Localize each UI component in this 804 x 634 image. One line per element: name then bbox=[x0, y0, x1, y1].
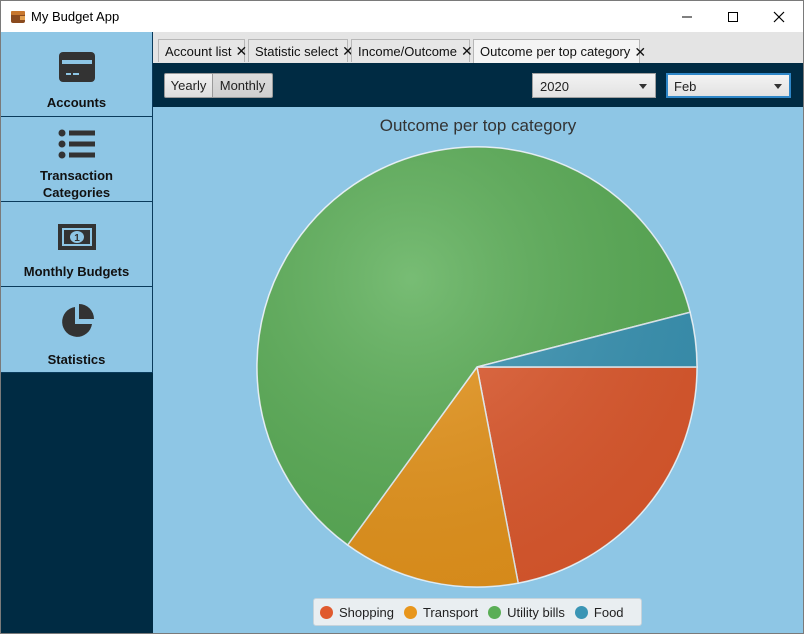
legend-item: Food bbox=[574, 604, 624, 620]
svg-text:1: 1 bbox=[74, 233, 80, 244]
banknote-icon: 1 bbox=[57, 224, 96, 250]
legend-swatch bbox=[320, 605, 333, 619]
legend-swatch bbox=[574, 605, 588, 619]
close-button[interactable] bbox=[756, 1, 802, 32]
app-window: My Budget App Accounts Transaction Categ… bbox=[0, 0, 804, 634]
legend-label: Food bbox=[593, 604, 624, 620]
wallet-icon bbox=[11, 11, 25, 23]
sidebar-item-label: Transaction Categories bbox=[40, 167, 113, 201]
window-title: My Budget App bbox=[31, 9, 120, 24]
legend-swatch bbox=[488, 605, 502, 619]
sidebar-item-accounts[interactable]: Accounts bbox=[1, 32, 153, 117]
sidebar: Accounts Transaction Categories 1 Monthl… bbox=[1, 32, 153, 633]
legend-label: Transport bbox=[422, 604, 479, 620]
sidebar-item-label: Statistics bbox=[48, 351, 106, 368]
minimize-button[interactable] bbox=[664, 1, 710, 32]
title-bar: My Budget App bbox=[1, 1, 803, 32]
list-icon bbox=[58, 129, 95, 159]
sidebar-label-line: Categories bbox=[42, 185, 111, 200]
pie-chart bbox=[256, 146, 698, 588]
legend-item: Shopping bbox=[320, 605, 394, 620]
pie-icon bbox=[61, 304, 94, 337]
legend-label: Shopping bbox=[339, 604, 394, 620]
sidebar-item-monthly-budgets[interactable]: 1 Monthly Budgets bbox=[1, 202, 153, 287]
legend-item: Utility bills bbox=[488, 605, 565, 620]
maximize-icon bbox=[728, 11, 738, 22]
main-panel: Account list ✕ Statistic select ✕ Income… bbox=[153, 32, 803, 633]
card-icon bbox=[58, 52, 95, 82]
minimize-icon bbox=[682, 16, 692, 17]
sidebar-label-line: Monthly Budgets bbox=[23, 264, 130, 279]
sidebar-item-label: Accounts bbox=[47, 94, 106, 111]
maximize-button[interactable] bbox=[710, 1, 756, 32]
chart-legend: Shopping Transport Utility bills Food bbox=[313, 598, 642, 626]
close-icon bbox=[773, 11, 785, 22]
sidebar-item-transaction-categories[interactable]: Transaction Categories bbox=[1, 117, 153, 202]
sidebar-label-line: Transaction bbox=[40, 168, 113, 183]
legend-item: Transport bbox=[403, 604, 479, 620]
pie-slices bbox=[256, 146, 698, 588]
sidebar-item-label: Monthly Budgets bbox=[24, 263, 129, 280]
sidebar-label-line: Accounts bbox=[46, 95, 107, 110]
legend-label: Utility bills bbox=[507, 604, 565, 620]
sidebar-item-statistics[interactable]: Statistics bbox=[1, 287, 153, 373]
sidebar-label-line: Statistics bbox=[47, 352, 106, 367]
legend-swatch bbox=[403, 605, 417, 619]
